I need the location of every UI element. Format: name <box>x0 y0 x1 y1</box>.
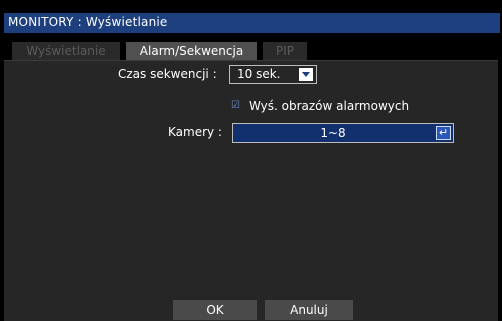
sequence-time-select[interactable]: 10 sek. <box>229 65 317 84</box>
cameras-label: Kamery : <box>168 125 222 139</box>
sequence-time-value: 10 sek. <box>237 67 281 81</box>
window-title: MONITORY : Wyświetlanie <box>8 15 168 29</box>
tab-wyswietlanie[interactable]: Wyświetlanie <box>12 42 120 60</box>
alarm-images-checkbox[interactable]: ☑ <box>231 101 241 111</box>
cameras-field[interactable]: 1~8 ↵ <box>232 123 454 143</box>
ok-button[interactable]: OK <box>173 300 257 320</box>
monitor-settings-window: MONITORY : Wyświetlanie Wyświetlanie Ala… <box>0 0 502 321</box>
chevron-down-icon[interactable] <box>299 68 313 81</box>
alarm-images-label: Wyś. obrazów alarmowych <box>249 99 410 113</box>
tab-alarm-sekwencja[interactable]: Alarm/Sekwencja <box>126 42 257 60</box>
cancel-button[interactable]: Anuluj <box>265 300 353 320</box>
tab-pip[interactable]: PIP <box>263 42 307 60</box>
cameras-value: 1~8 <box>320 126 346 140</box>
title-bar: MONITORY : Wyświetlanie <box>4 13 500 33</box>
sequence-time-label: Czas sekwencji : <box>118 67 217 81</box>
enter-icon[interactable]: ↵ <box>436 126 451 140</box>
